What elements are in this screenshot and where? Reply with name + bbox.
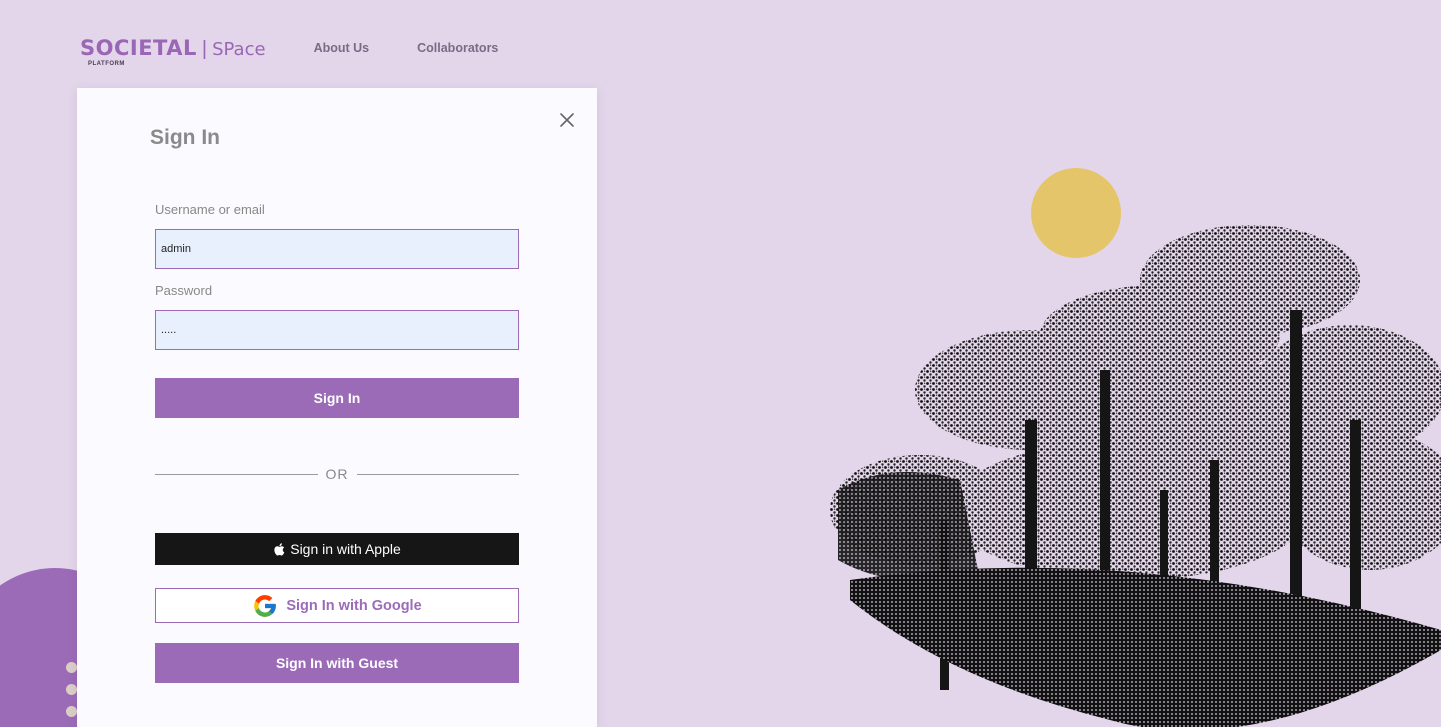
- page-title: Sign In: [150, 126, 220, 149]
- brand-separator: |: [201, 37, 208, 60]
- brand-name: SOCIETAL: [80, 35, 197, 60]
- apple-signin-label: Sign in with Apple: [290, 541, 401, 557]
- nav-links: About Us Collaborators: [314, 41, 499, 55]
- forest-illustration: [830, 160, 1441, 727]
- divider-line-left: [155, 473, 318, 475]
- google-signin-label: Sign In with Google: [286, 597, 422, 614]
- decorative-dots: [66, 662, 77, 727]
- nav-about-us[interactable]: About Us: [314, 41, 370, 55]
- close-icon[interactable]: [557, 110, 577, 130]
- apple-icon: [274, 542, 285, 556]
- google-icon: [254, 594, 277, 617]
- sun: [1031, 168, 1121, 258]
- password-label: Password: [155, 283, 213, 298]
- guest-signin-button[interactable]: Sign In with Guest: [155, 643, 519, 683]
- username-label: Username or email: [155, 202, 265, 217]
- password-input[interactable]: [155, 310, 519, 350]
- divider-line-right: [356, 473, 519, 475]
- apple-signin-button[interactable]: Sign in with Apple: [155, 533, 519, 565]
- google-signin-button[interactable]: Sign In with Google: [155, 588, 519, 623]
- signin-button[interactable]: Sign In: [155, 378, 519, 418]
- brand-logo[interactable]: SOCIETAL | SPace PLATFORM: [80, 35, 266, 67]
- forest-drawing: [830, 168, 1441, 727]
- signin-modal: Sign In Username or email Password Sign …: [77, 88, 597, 727]
- brand-product: SPace: [212, 38, 266, 60]
- or-text: OR: [325, 466, 349, 482]
- top-nav: SOCIETAL | SPace PLATFORM About Us Colla…: [80, 30, 499, 67]
- username-input[interactable]: [155, 229, 519, 269]
- brand-subtitle: PLATFORM: [88, 60, 125, 67]
- or-divider: OR: [155, 464, 519, 484]
- nav-collaborators[interactable]: Collaborators: [417, 41, 498, 55]
